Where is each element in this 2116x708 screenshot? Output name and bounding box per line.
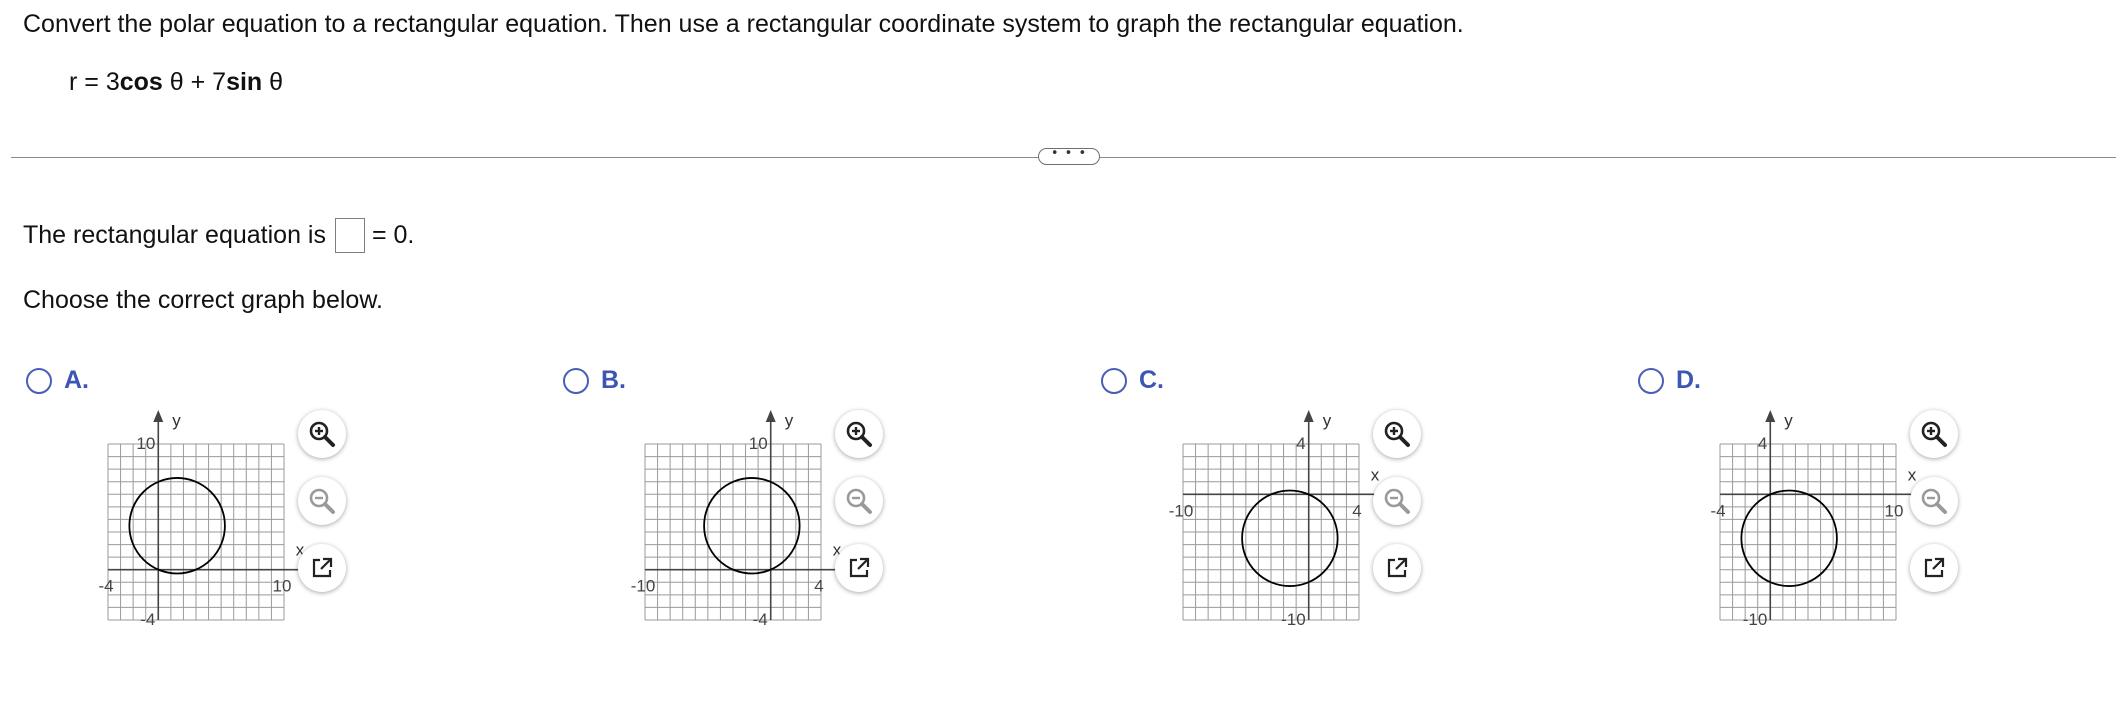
option-c-graph: x y -10 4 4 -10 (1169, 410, 1393, 629)
grid-lines (1719, 443, 1897, 621)
x-tick-label-max: 4 (1352, 501, 1361, 520)
grid-lines (644, 443, 822, 621)
y-axis-label: y (1323, 411, 1332, 430)
question-text: Convert the polar equation to a rectangu… (23, 10, 1464, 38)
zoom-in-icon (307, 419, 337, 449)
option-d-label: D. (1676, 366, 1701, 394)
option-c-label: C. (1139, 366, 1164, 394)
option-b-radio[interactable] (563, 368, 589, 394)
y-axis-label: y (785, 411, 794, 430)
circle-curve (703, 477, 801, 575)
x-tick-label-max: 4 (814, 577, 823, 596)
zoom-out-icon (1382, 486, 1412, 516)
x-tick-label-min: -10 (1169, 501, 1194, 520)
y-axis-arrow (153, 410, 164, 422)
option-c-zoom-out-button[interactable] (1373, 477, 1421, 525)
zoom-out-icon (1919, 486, 1949, 516)
popout-icon (1383, 554, 1411, 582)
option-b-zoom-out-button[interactable] (835, 477, 883, 525)
y-tick-label-max: 4 (1296, 434, 1305, 453)
x-tick-label-min: -4 (98, 577, 113, 596)
popout-icon (1920, 554, 1948, 582)
zoom-out-icon (307, 486, 337, 516)
equation-suffix: θ (262, 68, 284, 96)
answer-line: The rectangular equation is = 0. (23, 218, 414, 253)
answer-input[interactable] (334, 218, 365, 253)
x-tick-label-min: -10 (631, 577, 656, 596)
y-tick-label-min: -4 (753, 610, 768, 629)
y-axis-label: y (172, 411, 181, 430)
option-d-radio[interactable] (1638, 368, 1664, 394)
option-c: C. x y -10 4 4 -10 (1101, 362, 1621, 642)
y-axis-arrow (1765, 410, 1776, 422)
option-d-zoom-in-button[interactable] (1910, 410, 1958, 458)
y-tick-label-max: 10 (749, 434, 768, 453)
y-tick-label-min: -10 (1743, 610, 1768, 629)
y-axis-arrow (1303, 410, 1314, 422)
option-a-popout-button[interactable] (298, 544, 346, 592)
choose-instruction: Choose the correct graph below. (23, 286, 383, 314)
equation-cos: cos (119, 68, 163, 96)
option-d-zoom-out-button[interactable] (1910, 477, 1958, 525)
zoom-in-icon (1382, 419, 1412, 449)
equation-prefix: r = 3 (69, 68, 120, 96)
polar-equation: r = 3cos θ + 7sin θ (69, 68, 283, 97)
option-a-label: A. (64, 366, 89, 394)
option-c-radio[interactable] (1101, 368, 1127, 394)
option-d-popout-button[interactable] (1910, 544, 1958, 592)
y-tick-label-min: -4 (140, 610, 155, 629)
zoom-out-icon (844, 486, 874, 516)
option-c-popout-button[interactable] (1373, 544, 1421, 592)
option-b-label: B. (601, 366, 626, 394)
answer-prefix: The rectangular equation is (23, 221, 326, 249)
option-b-graph: xy-10 410-4 (631, 410, 855, 629)
equation-sin: sin (226, 68, 263, 96)
x-tick-label-max: 10 (273, 577, 292, 596)
option-b: B. x y -10 4 10 -4 (563, 362, 1083, 642)
x-axis-label: x (1908, 465, 1917, 484)
option-a-zoom-in-button[interactable] (298, 410, 346, 458)
circle-curve (1740, 489, 1838, 587)
ellipsis-icon: • • • (1050, 146, 1088, 161)
option-a-radio[interactable] (26, 368, 52, 394)
option-a: A. x y -4 10 10 -4 (26, 362, 546, 642)
circle-curve (1241, 489, 1339, 587)
x-axis-label: x (1371, 465, 1380, 484)
grid-lines (107, 443, 285, 621)
y-tick-label-max: 4 (1758, 434, 1767, 453)
expand-button[interactable]: • • • (1038, 146, 1100, 165)
option-d: D. x y -4 10 4 -10 (1638, 362, 2116, 642)
answer-suffix: = 0. (371, 221, 415, 249)
zoom-in-icon (844, 419, 874, 449)
equation-mid: θ + 7 (162, 68, 227, 96)
x-tick-label-max: 10 (1885, 501, 1904, 520)
option-b-zoom-in-button[interactable] (835, 410, 883, 458)
zoom-in-icon (1919, 419, 1949, 449)
option-c-zoom-in-button[interactable] (1373, 410, 1421, 458)
option-a-zoom-out-button[interactable] (298, 477, 346, 525)
popout-icon (845, 554, 873, 582)
popout-icon (308, 554, 336, 582)
y-axis-arrow (765, 410, 776, 422)
x-tick-label-min: -4 (1710, 501, 1725, 520)
option-b-popout-button[interactable] (835, 544, 883, 592)
grid-lines (1182, 443, 1360, 621)
option-a-graph: xy-4 1010-4 (98, 410, 318, 629)
option-d-graph: x y -4 10 4 -10 (1710, 410, 1930, 629)
y-tick-label-max: 10 (136, 434, 155, 453)
y-tick-label-min: -10 (1281, 610, 1306, 629)
circle-curve (128, 477, 226, 575)
y-axis-label: y (1784, 411, 1793, 430)
